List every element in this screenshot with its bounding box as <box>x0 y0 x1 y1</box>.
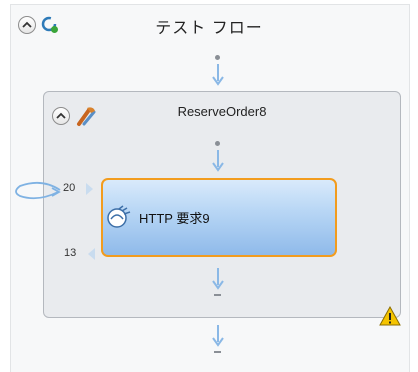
outgoing-triangle <box>88 248 95 260</box>
down-arrow-icon <box>212 150 224 172</box>
step-title: ReserveOrder8 <box>177 104 267 119</box>
connector-end <box>214 294 221 296</box>
down-arrow-icon <box>212 268 224 290</box>
connector-dot <box>215 55 220 60</box>
flow-title: テスト フロー <box>155 20 263 37</box>
http-request-label: HTTP 要求9 <box>139 211 210 226</box>
down-arrow-icon <box>212 64 224 86</box>
http-request-step[interactable] <box>101 178 337 257</box>
connector-end <box>214 351 221 353</box>
http-request-icon <box>105 205 133 234</box>
loop-arrow-icon <box>15 181 61 200</box>
incoming-count: 20 <box>63 182 76 194</box>
down-arrow-icon <box>212 325 224 347</box>
warning-icon[interactable] <box>379 305 401 331</box>
incoming-triangle <box>86 183 93 195</box>
outgoing-count: 13 <box>64 247 77 259</box>
connector-dot <box>215 141 220 146</box>
